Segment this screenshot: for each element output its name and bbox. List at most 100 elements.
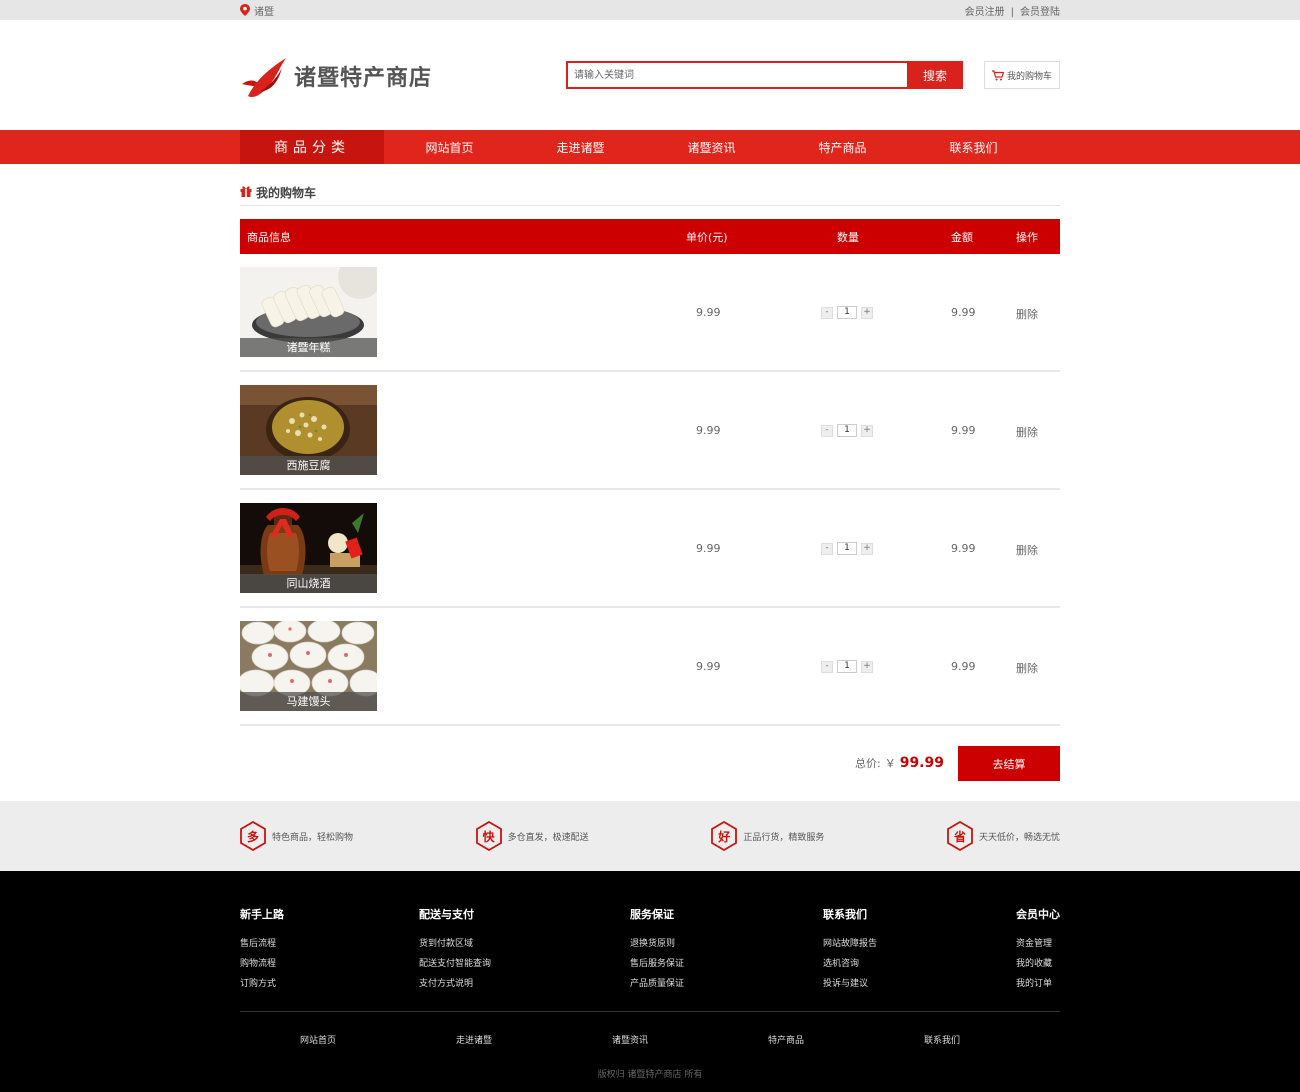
cart-row: 西施豆腐 9.99 - 1 + 9.99 删除 xyxy=(240,372,1060,490)
link-separator: | xyxy=(1010,6,1014,18)
footer-link[interactable]: 投诉与建议 xyxy=(823,976,877,989)
line-amount: 9.99 xyxy=(951,660,976,673)
footer-link[interactable]: 订购方式 xyxy=(240,976,284,989)
increase-button[interactable]: + xyxy=(861,660,873,673)
nav-item-contact[interactable]: 联系我们 xyxy=(908,130,1039,164)
feature-glyph: 快 xyxy=(482,829,495,844)
quantity-stepper: - 1 + xyxy=(821,660,873,673)
quantity-input[interactable]: 1 xyxy=(837,542,857,555)
gift-icon xyxy=(240,186,252,197)
footer-nav-products[interactable]: 特产商品 xyxy=(708,1033,864,1046)
footer-nav-about[interactable]: 走进诸暨 xyxy=(396,1033,552,1046)
decrease-button[interactable]: - xyxy=(821,542,833,555)
footer-divider xyxy=(240,1011,1060,1012)
quantity-input[interactable]: 1 xyxy=(837,424,857,437)
footer-link[interactable]: 配送支付智能查询 xyxy=(419,956,491,969)
unit-price: 9.99 xyxy=(696,660,721,673)
quantity-input[interactable]: 1 xyxy=(837,306,857,319)
checkout-button[interactable]: 去结算 xyxy=(958,746,1060,781)
quantity-input[interactable]: 1 xyxy=(837,660,857,673)
product-name: 同山烧酒 xyxy=(240,574,377,593)
delete-link[interactable]: 删除 xyxy=(1016,660,1038,676)
search-bar: 搜索 xyxy=(566,61,963,89)
footer-link[interactable]: 购物流程 xyxy=(240,956,284,969)
footer-link[interactable]: 货到付款区域 xyxy=(419,936,491,949)
decrease-button[interactable]: - xyxy=(821,660,833,673)
my-cart-button[interactable]: 我的购物车 xyxy=(984,61,1060,89)
col-action: 操作 xyxy=(1016,230,1038,244)
service-features: 多 特色商品，轻松购物 快 多仓直发，极速配送 好 正品行货，精致服务 省 天天… xyxy=(0,801,1300,871)
nav-category[interactable]: 商品分类 xyxy=(240,130,384,164)
unit-price: 9.99 xyxy=(696,542,721,555)
line-amount: 9.99 xyxy=(951,306,976,319)
line-amount: 9.99 xyxy=(951,542,976,555)
feature-text: 天天低价，畅选无忧 xyxy=(978,832,1060,843)
delete-link[interactable]: 删除 xyxy=(1016,306,1038,322)
product-image[interactable]: 诸暨年糕 xyxy=(240,267,377,357)
footer-link[interactable]: 网站故障报告 xyxy=(823,936,877,949)
footer-link[interactable]: 售后服务保证 xyxy=(630,956,684,969)
feature-text: 正品行货，精致服务 xyxy=(743,832,825,843)
col-amount: 金额 xyxy=(951,230,973,244)
footer-link[interactable]: 选机咨询 xyxy=(823,956,877,969)
login-link[interactable]: 会员登陆 xyxy=(1020,7,1060,18)
site-logo[interactable]: 诸暨特产商店 xyxy=(240,54,432,98)
footer-heading: 联系我们 xyxy=(823,908,867,921)
delete-link[interactable]: 删除 xyxy=(1016,542,1038,558)
cart-row: 马建馒头 9.99 - 1 + 9.99 删除 xyxy=(240,608,1060,726)
product-image[interactable]: 马建馒头 xyxy=(240,621,377,711)
increase-button[interactable]: + xyxy=(861,306,873,319)
product-image[interactable]: 西施豆腐 xyxy=(240,385,377,475)
hexagon-badge-icon: 省 xyxy=(947,821,973,851)
feature-glyph: 多 xyxy=(246,829,259,844)
footer-link[interactable]: 支付方式说明 xyxy=(419,976,491,989)
search-button[interactable]: 搜索 xyxy=(907,61,963,89)
currency-symbol: ￥ xyxy=(884,757,896,770)
nav-item-about[interactable]: 走进诸暨 xyxy=(515,130,646,164)
total-value: 99.99 xyxy=(899,755,944,771)
decrease-button[interactable]: - xyxy=(821,424,833,437)
copyright: 版权归 诸暨特产商店 所有 xyxy=(597,1070,703,1080)
cart-summary: 总价: ￥ 99.99 去结算 xyxy=(240,726,1060,801)
footer-link[interactable]: 资金管理 xyxy=(1016,936,1060,949)
cart-title: 我的购物车 xyxy=(240,184,1060,206)
footer-link[interactable]: 我的收藏 xyxy=(1016,956,1060,969)
footer-nav-news[interactable]: 诸暨资讯 xyxy=(552,1033,708,1046)
decrease-button[interactable]: - xyxy=(821,306,833,319)
hexagon-badge-icon: 多 xyxy=(240,821,266,851)
location-pin-icon xyxy=(240,4,250,16)
increase-button[interactable]: + xyxy=(861,424,873,437)
footer-link[interactable]: 退换货原则 xyxy=(630,936,684,949)
footer-nav-contact[interactable]: 联系我们 xyxy=(864,1033,1020,1046)
search-input[interactable] xyxy=(566,61,907,89)
location-text: 诸暨 xyxy=(254,6,274,18)
footer-heading: 新手上路 xyxy=(240,908,284,921)
footer-link[interactable]: 售后流程 xyxy=(240,936,284,949)
cart-section: 我的购物车 商品信息 单价(元) 数量 金额 操作 诸暨年糕 9.99 - 1 … xyxy=(240,184,1060,801)
unit-price: 9.99 xyxy=(696,424,721,437)
register-link[interactable]: 会员注册 xyxy=(965,7,1005,18)
nav-item-products[interactable]: 特产商品 xyxy=(777,130,908,164)
feature-glyph: 好 xyxy=(718,829,731,844)
footer-nav-home[interactable]: 网站首页 xyxy=(240,1033,396,1046)
increase-button[interactable]: + xyxy=(861,542,873,555)
cart-title-text: 我的购物车 xyxy=(256,186,317,200)
cart-table-header: 商品信息 单价(元) 数量 金额 操作 xyxy=(240,219,1060,254)
nav-item-home[interactable]: 网站首页 xyxy=(384,130,515,164)
location: 诸暨 xyxy=(240,3,274,18)
footer-column-guide: 新手上路 售后流程 购物流程 订购方式 xyxy=(240,906,284,996)
col-qty: 数量 xyxy=(837,230,859,244)
footer-heading: 会员中心 xyxy=(1016,908,1060,921)
quantity-stepper: - 1 + xyxy=(821,306,873,319)
delete-link[interactable]: 删除 xyxy=(1016,424,1038,440)
top-bar: 诸暨 会员注册 | 会员登陆 xyxy=(0,0,1300,20)
nav-item-news[interactable]: 诸暨资讯 xyxy=(646,130,777,164)
footer-link[interactable]: 我的订单 xyxy=(1016,976,1060,989)
footer-link[interactable]: 产品质量保证 xyxy=(630,976,684,989)
logo-bird-icon xyxy=(242,58,286,98)
feature-text: 特色商品，轻松购物 xyxy=(272,832,354,843)
line-amount: 9.99 xyxy=(951,424,976,437)
footer-column-service: 服务保证 退换货原则 售后服务保证 产品质量保证 xyxy=(630,906,684,996)
footer-column-member: 会员中心 资金管理 我的收藏 我的订单 xyxy=(1016,906,1060,996)
product-image[interactable]: 同山烧酒 xyxy=(240,503,377,593)
